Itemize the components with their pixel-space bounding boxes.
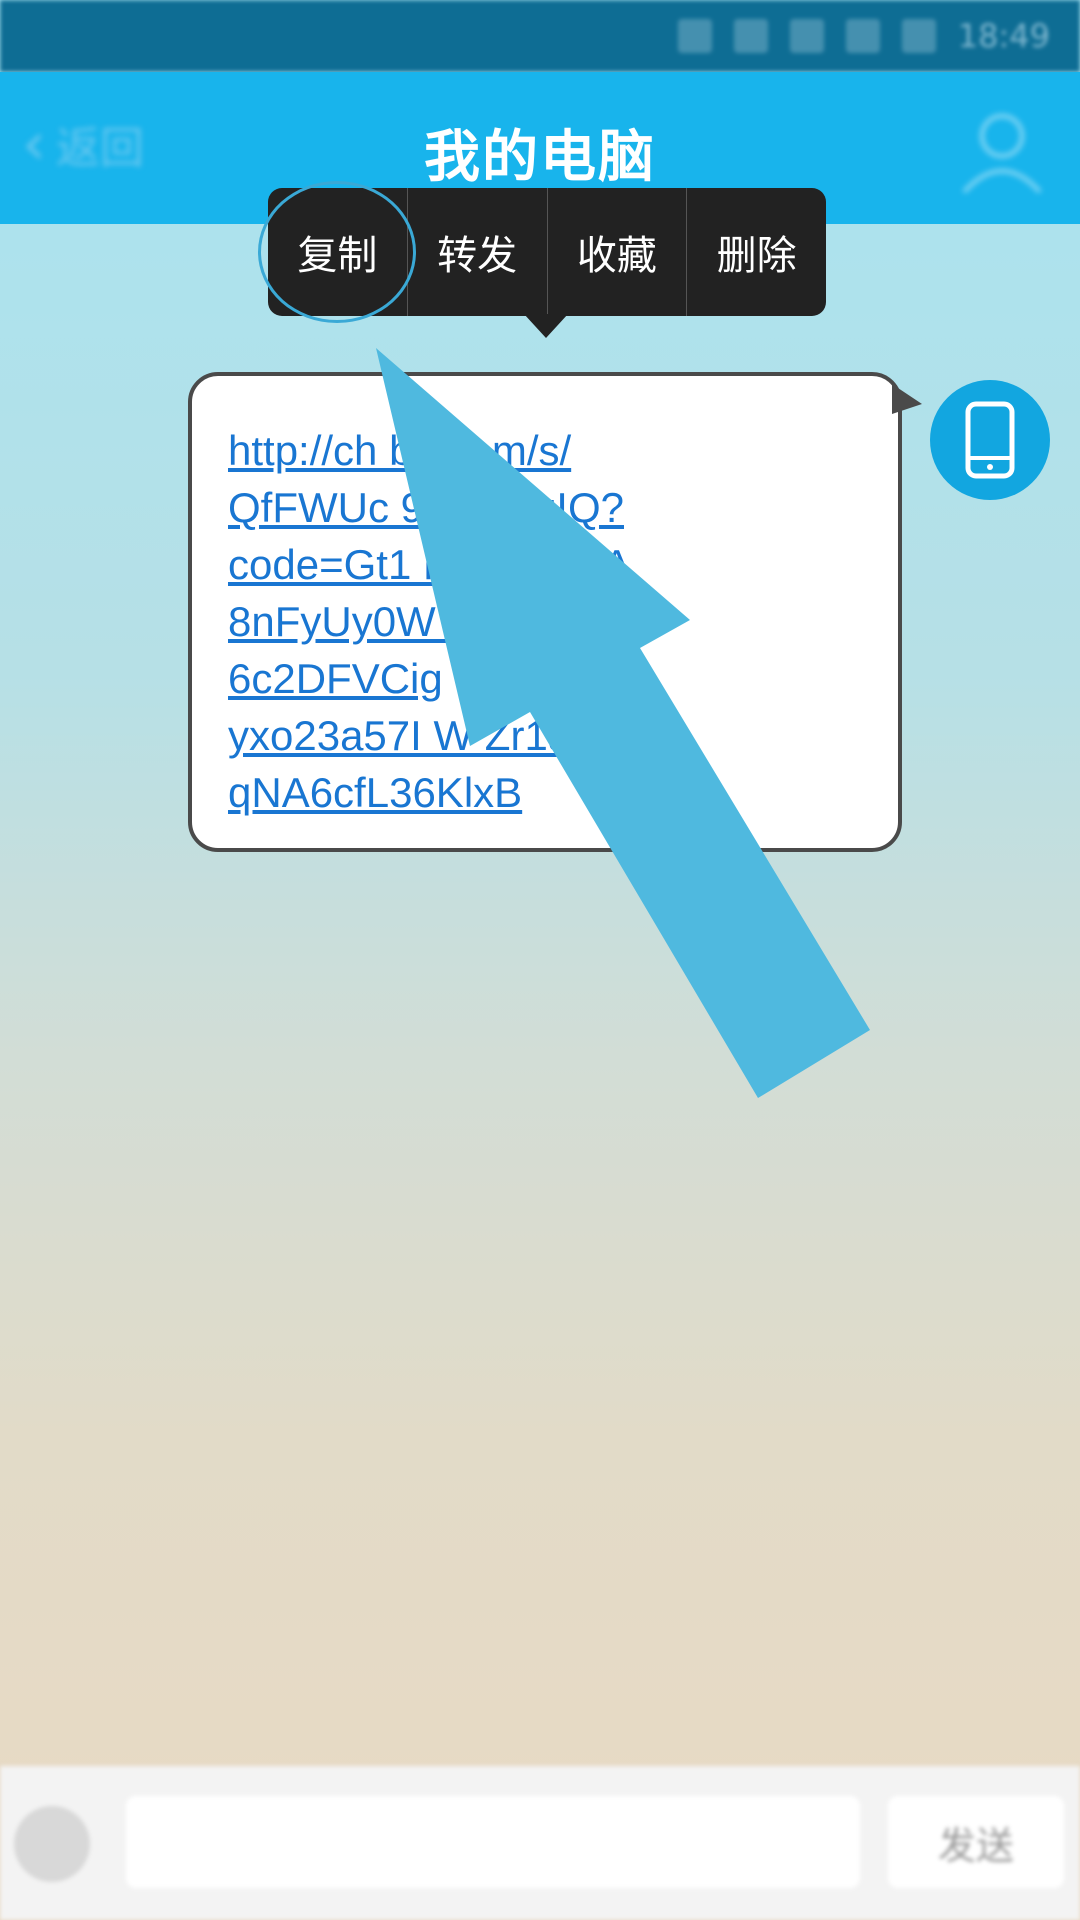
message-input[interactable] [126, 1796, 860, 1888]
plus-icon[interactable] [14, 1806, 90, 1882]
annotation-arrow [376, 348, 870, 1098]
send-button[interactable]: 发送 [888, 1796, 1064, 1888]
input-bar: 发送 [0, 1766, 1080, 1920]
